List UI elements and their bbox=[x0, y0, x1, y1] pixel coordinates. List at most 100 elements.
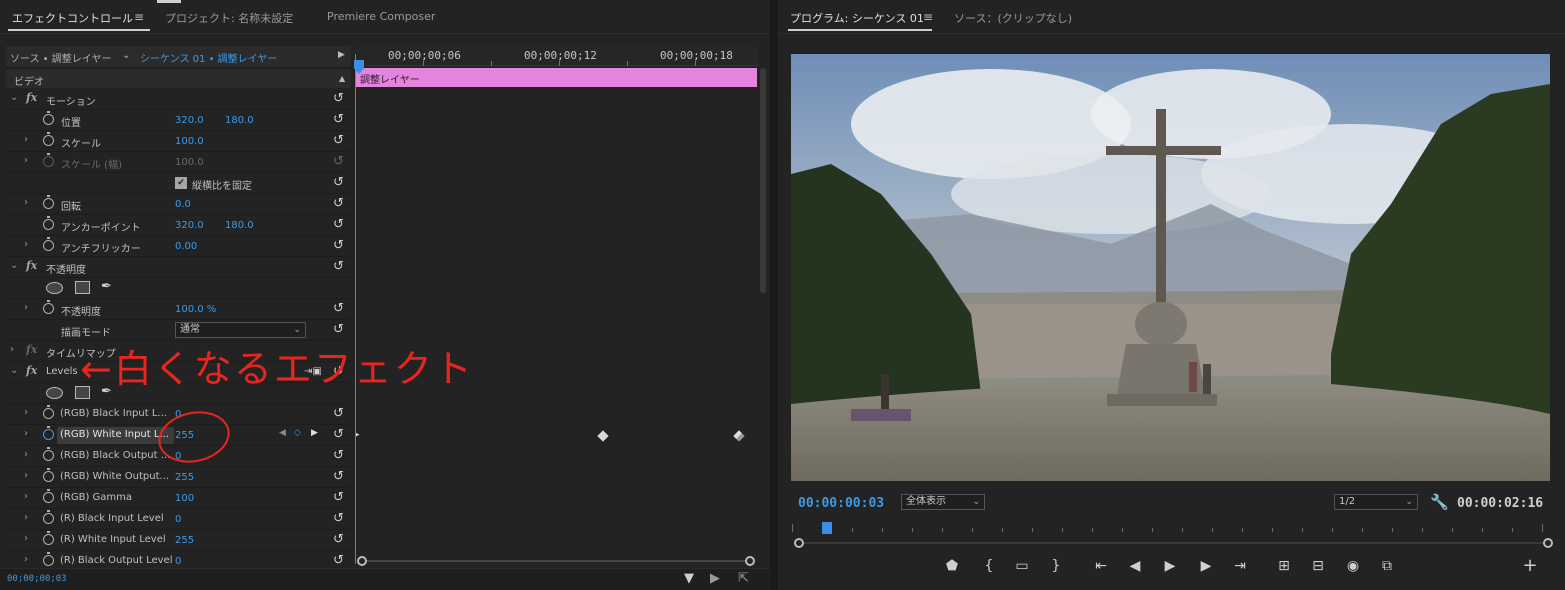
anchor-x-value[interactable]: 320.0 bbox=[175, 220, 204, 231]
comparison-view-icon[interactable]: ⧉ bbox=[1377, 558, 1397, 574]
clip-safe-margins-icon[interactable]: ▭ bbox=[1012, 558, 1032, 574]
reset-icon[interactable]: ↺ bbox=[333, 427, 344, 442]
stopwatch-icon[interactable] bbox=[43, 552, 54, 566]
tab-premiere-composer[interactable]: Premiere Composer bbox=[327, 10, 435, 23]
ellipse-mask-icon[interactable] bbox=[46, 387, 63, 399]
tab-source[interactable]: ソース：(クリップなし) bbox=[954, 10, 1072, 26]
vertical-scrollbar[interactable] bbox=[760, 68, 766, 293]
antiflicker-value[interactable]: 0.00 bbox=[175, 241, 197, 252]
r-black-output-value[interactable]: 0 bbox=[175, 556, 181, 567]
step-back-icon[interactable]: ◀ bbox=[1125, 558, 1145, 574]
reset-icon[interactable]: ↺ bbox=[333, 406, 344, 421]
reset-icon[interactable]: ↺ bbox=[333, 511, 344, 526]
tab-project[interactable]: プロジェクト: 名称未設定 bbox=[165, 10, 293, 26]
blend-mode-select[interactable]: 通常 ⌄ bbox=[175, 322, 306, 338]
chevron-down-icon[interactable]: ⌄ bbox=[10, 92, 18, 103]
reset-icon[interactable]: ↺ bbox=[333, 112, 344, 127]
chevron-right-icon[interactable]: › bbox=[24, 407, 28, 418]
chevron-right-icon[interactable]: › bbox=[24, 491, 28, 502]
reset-icon[interactable]: ↺ bbox=[333, 322, 344, 337]
fx-icon[interactable]: fx bbox=[26, 91, 37, 104]
chevron-right-icon[interactable]: › bbox=[24, 470, 28, 481]
play-icon[interactable]: ▶ bbox=[1160, 558, 1180, 574]
panel-menu-icon[interactable]: ≡ bbox=[923, 10, 933, 24]
stopwatch-icon[interactable] bbox=[43, 132, 54, 146]
video-preview[interactable] bbox=[791, 54, 1550, 481]
stopwatch-icon[interactable] bbox=[43, 195, 54, 209]
reset-icon[interactable]: ↺ bbox=[333, 553, 344, 568]
r-white-input-value[interactable]: 255 bbox=[175, 535, 194, 546]
reset-icon[interactable]: ↺ bbox=[333, 301, 344, 316]
chevron-right-icon[interactable]: › bbox=[10, 344, 14, 355]
current-timecode[interactable]: 00;00;00;03 bbox=[7, 574, 67, 584]
scale-value[interactable]: 100.0 bbox=[175, 136, 204, 147]
stopwatch-icon[interactable] bbox=[43, 300, 54, 314]
go-to-out-icon[interactable]: ⇥ bbox=[1230, 558, 1250, 574]
uniform-scale-checkbox[interactable]: ✔ bbox=[175, 177, 187, 189]
playhead-line[interactable] bbox=[354, 54, 364, 564]
reset-icon[interactable]: ↺ bbox=[333, 448, 344, 463]
position-y-value[interactable]: 180.0 bbox=[225, 115, 254, 126]
add-button-icon[interactable]: + bbox=[1520, 555, 1540, 576]
position-x-value[interactable]: 320.0 bbox=[175, 115, 204, 126]
r-black-input-value[interactable]: 0 bbox=[175, 514, 181, 525]
motion-effect-row[interactable]: ⌄ fx モーション ↺ bbox=[6, 89, 351, 110]
keyframe-marker[interactable] bbox=[733, 430, 745, 442]
panel-menu-icon[interactable]: ≡ bbox=[134, 10, 144, 24]
play-icon[interactable]: ▶ bbox=[338, 50, 345, 60]
scroll-handle-left[interactable] bbox=[794, 538, 804, 548]
chevron-right-icon[interactable]: › bbox=[24, 134, 28, 145]
fx-icon[interactable]: fx bbox=[26, 364, 37, 377]
stopwatch-icon[interactable] bbox=[43, 468, 54, 482]
stopwatch-icon[interactable] bbox=[43, 489, 54, 503]
reset-icon[interactable]: ↺ bbox=[333, 91, 344, 106]
chevron-down-icon[interactable]: ⌄ bbox=[10, 260, 18, 271]
wrench-settings-icon[interactable]: 🔧 bbox=[1430, 493, 1449, 511]
stopwatch-icon[interactable] bbox=[43, 510, 54, 524]
stopwatch-icon[interactable] bbox=[43, 111, 54, 125]
source-label[interactable]: ソース • 調整レイヤー bbox=[10, 50, 111, 65]
program-current-timecode[interactable]: 00:00:00:03 bbox=[798, 496, 884, 511]
reset-icon[interactable]: ↺ bbox=[333, 532, 344, 547]
add-keyframe-icon[interactable]: ◇ bbox=[294, 428, 301, 438]
filter-icon[interactable]: ▼ bbox=[684, 571, 694, 586]
reset-icon[interactable]: ↺ bbox=[333, 196, 344, 211]
stopwatch-icon[interactable] bbox=[43, 216, 54, 230]
tab-program[interactable]: プログラム: シーケンス 01 bbox=[790, 10, 924, 26]
chevron-right-icon[interactable]: › bbox=[24, 533, 28, 544]
chevron-down-icon[interactable]: ⌄ bbox=[10, 365, 18, 376]
lift-icon[interactable]: ⊞ bbox=[1274, 558, 1294, 574]
keyframe-marker[interactable] bbox=[597, 430, 609, 442]
sequence-label[interactable]: シーケンス 01 • 調整レイヤー bbox=[140, 50, 277, 65]
next-keyframe-icon[interactable]: ▶ bbox=[311, 428, 318, 438]
program-playhead[interactable] bbox=[822, 522, 832, 534]
mark-in-icon[interactable]: { bbox=[979, 558, 999, 574]
stopwatch-icon[interactable] bbox=[43, 447, 54, 461]
extract-icon[interactable]: ⊟ bbox=[1308, 558, 1328, 574]
zoom-level-select[interactable]: 全体表示 ⌄ bbox=[901, 494, 985, 510]
rgb-gamma-value[interactable]: 100 bbox=[175, 493, 194, 504]
scroll-handle-left[interactable] bbox=[357, 556, 367, 566]
tab-effect-controls[interactable]: エフェクトコントロール bbox=[12, 10, 133, 26]
chevron-down-icon[interactable]: ⌄ bbox=[122, 50, 130, 61]
ellipse-mask-icon[interactable] bbox=[46, 282, 63, 294]
prev-keyframe-icon[interactable]: ◀ bbox=[279, 428, 286, 438]
chevron-right-icon[interactable]: › bbox=[24, 428, 28, 439]
chevron-right-icon[interactable]: › bbox=[24, 449, 28, 460]
export-icon[interactable]: ⇱ bbox=[738, 571, 749, 586]
pen-mask-icon[interactable]: ✒ bbox=[101, 279, 112, 294]
rgb-white-output-value[interactable]: 255 bbox=[175, 472, 194, 483]
program-zoom-scrollbar[interactable] bbox=[792, 538, 1555, 548]
chevron-right-icon[interactable]: › bbox=[24, 239, 28, 250]
adjustment-layer-clip[interactable]: 調整レイヤー bbox=[356, 68, 757, 87]
chevron-right-icon[interactable]: › bbox=[24, 512, 28, 523]
program-time-ruler[interactable] bbox=[792, 518, 1550, 532]
reset-icon[interactable]: ↺ bbox=[333, 469, 344, 484]
reset-icon[interactable]: ↺ bbox=[333, 259, 344, 274]
anchor-y-value[interactable]: 180.0 bbox=[225, 220, 254, 231]
timeline-zoom-scrollbar[interactable] bbox=[355, 556, 758, 566]
collapse-up-icon[interactable]: ▲ bbox=[339, 74, 345, 83]
rotation-value[interactable]: 0.0 bbox=[175, 199, 191, 210]
reset-icon[interactable]: ↺ bbox=[333, 217, 344, 232]
mark-out-icon[interactable]: } bbox=[1046, 558, 1066, 574]
